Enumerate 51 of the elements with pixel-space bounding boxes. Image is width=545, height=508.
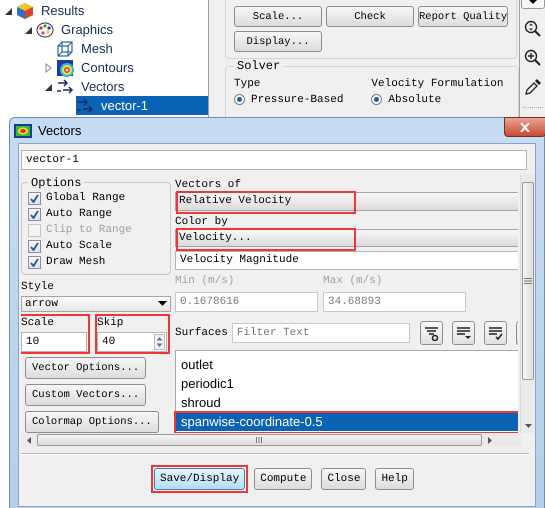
tree-item-label[interactable]: Results: [38, 1, 88, 20]
skip-field[interactable]: 40: [97, 332, 167, 352]
tree-item-label[interactable]: Vectors: [78, 77, 128, 96]
style-dropdown[interactable]: arrow: [21, 296, 171, 312]
field-label: Color by: [175, 214, 229, 229]
field-label: Velocity Formulation: [371, 77, 504, 91]
selected-tree-row[interactable]: vector-1: [76, 96, 208, 115]
radio-label[interactable]: Absolute: [388, 92, 442, 106]
tree-item-label[interactable]: Contours: [78, 58, 137, 77]
max-field: 34.68893: [323, 292, 466, 312]
checkbox-label[interactable]: Auto Range: [46, 207, 112, 221]
dialog-button[interactable]: Save/Display: [154, 468, 246, 490]
list-item[interactable]: shroud: [176, 392, 518, 412]
window-title: Vectors: [38, 123, 82, 138]
vectors-of-dropdown[interactable]: Relative Velocity: [175, 192, 518, 211]
field-label: Min (m/s): [175, 274, 236, 288]
dialog-button[interactable]: Close: [321, 468, 366, 490]
tree-item-label[interactable]: Graphics: [58, 20, 116, 39]
field-label: Skip: [97, 316, 124, 330]
tree-item-label[interactable]: vector-1: [98, 96, 151, 115]
toolbar-button[interactable]: Display...: [234, 31, 322, 52]
field-label: Vectors of: [175, 178, 242, 192]
surfaces-list[interactable]: outlet periodic1 shroud spanwise-coordinate-0.5: [175, 350, 518, 433]
min-field: 0.1678616: [175, 292, 318, 312]
toolbar-button[interactable]: Scale...: [234, 6, 322, 27]
group-title: Options: [28, 176, 84, 190]
checkbox-label[interactable]: Auto Scale: [46, 239, 112, 253]
field-label: Scale: [21, 316, 56, 330]
options-button[interactable]: Colormap Options...: [25, 411, 159, 433]
checkbox-label[interactable]: Draw Mesh: [46, 255, 106, 269]
field-label: Max (m/s): [323, 274, 384, 288]
field-label: Type: [234, 77, 262, 91]
checkbox-label: Clip to Range: [46, 223, 132, 237]
list-item[interactable]: outlet: [176, 354, 518, 374]
field-label: Surfaces: [175, 326, 228, 340]
filter-field[interactable]: Filter Text: [232, 322, 410, 343]
field-label: Style: [21, 280, 56, 294]
radio-label[interactable]: Pressure-Based: [251, 92, 344, 106]
list-item[interactable]: spanwise-coordinate-0.5: [176, 412, 518, 431]
color-field-dropdown[interactable]: Velocity Magnitude: [175, 251, 518, 270]
name-field[interactable]: vector-1: [21, 150, 527, 170]
toolbar-button[interactable]: Report Quality: [418, 6, 508, 27]
toolbar-button[interactable]: Check: [326, 6, 414, 27]
checkbox-label[interactable]: Global Range: [46, 191, 126, 205]
tree-item-label[interactable]: Mesh: [78, 39, 116, 58]
scale-field[interactable]: 10: [21, 332, 87, 352]
dialog-button[interactable]: Help: [375, 468, 414, 490]
dialog-button[interactable]: Compute: [254, 468, 312, 490]
list-item[interactable]: periodic1: [176, 374, 518, 393]
options-button[interactable]: Custom Vectors...: [25, 384, 146, 406]
options-button[interactable]: Vector Options...: [25, 357, 146, 379]
